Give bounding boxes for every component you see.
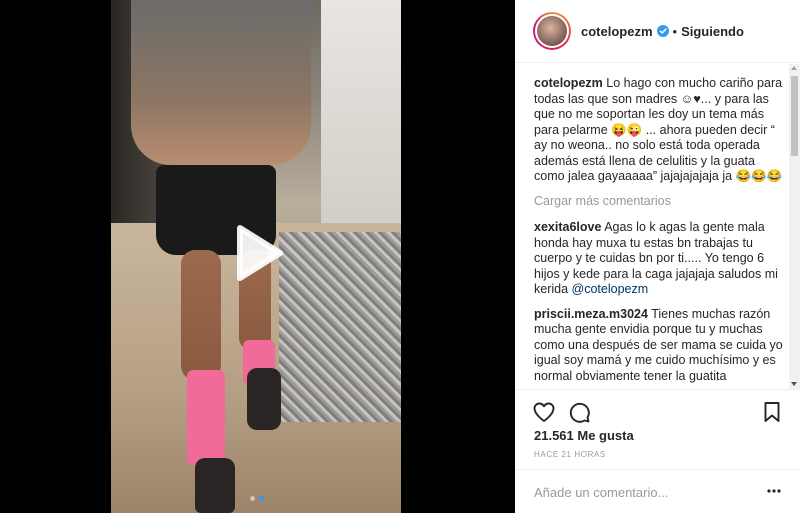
comment-icon[interactable] [567, 400, 591, 424]
post-panel: cotelopezm • Siguiendo cotelopezm Lo hag… [515, 0, 800, 513]
action-bar [515, 389, 800, 429]
scrollbar-thumb[interactable] [791, 76, 798, 156]
separator-dot: • [672, 23, 678, 39]
comment-author[interactable]: xexita6love [534, 220, 601, 234]
scroll-down-arrow-icon[interactable] [791, 382, 797, 386]
list-item: xexita6love Agas lo k agas la gente mala… [534, 220, 784, 298]
verified-icon [656, 25, 669, 37]
likes-count[interactable]: 21.561 Me gusta [534, 428, 634, 443]
username[interactable]: cotelopezm [581, 24, 653, 39]
load-more-comments-button[interactable]: Cargar más comentarios [534, 194, 784, 210]
video-subject-sock [187, 370, 225, 465]
background-window [321, 0, 401, 235]
comment-author[interactable]: priscii.meza.m3024 [534, 307, 648, 321]
following-button[interactable]: Siguiendo [681, 24, 744, 39]
post-timestamp[interactable]: HACE 21 HORAS [534, 450, 606, 459]
background-rug [279, 232, 401, 422]
heart-icon[interactable] [532, 400, 556, 424]
avatar[interactable] [533, 12, 571, 50]
media-area [0, 0, 515, 513]
comments-scrollbar[interactable] [789, 64, 800, 389]
comment-author[interactable]: cotelopezm [534, 76, 603, 90]
post-header: cotelopezm • Siguiendo [515, 0, 800, 63]
comments-list[interactable]: cotelopezm Lo hago con mucho cariño para… [515, 64, 800, 389]
bookmark-icon[interactable] [760, 400, 784, 424]
add-comment-bar [515, 469, 800, 513]
video-subject-torso [131, 0, 311, 165]
video-subject-shoe [247, 368, 281, 430]
scroll-up-arrow-icon[interactable] [791, 66, 797, 70]
carousel-indicator [250, 496, 264, 501]
carousel-dot [250, 496, 255, 501]
more-options-icon[interactable] [767, 484, 781, 498]
list-item: priscii.meza.m3024 Tienes muchas razón m… [534, 307, 784, 385]
comment-input[interactable] [534, 483, 744, 501]
caption: cotelopezm Lo hago con mucho cariño para… [534, 76, 784, 185]
video-subject-shoe [195, 458, 235, 513]
carousel-dot-active [259, 496, 264, 501]
play-icon[interactable] [226, 222, 288, 284]
video-subject-leg [181, 250, 221, 380]
comment-mention[interactable]: @cotelopezm [572, 282, 649, 296]
caption-text: Lo hago con mucho cariño para todas las … [534, 76, 783, 183]
